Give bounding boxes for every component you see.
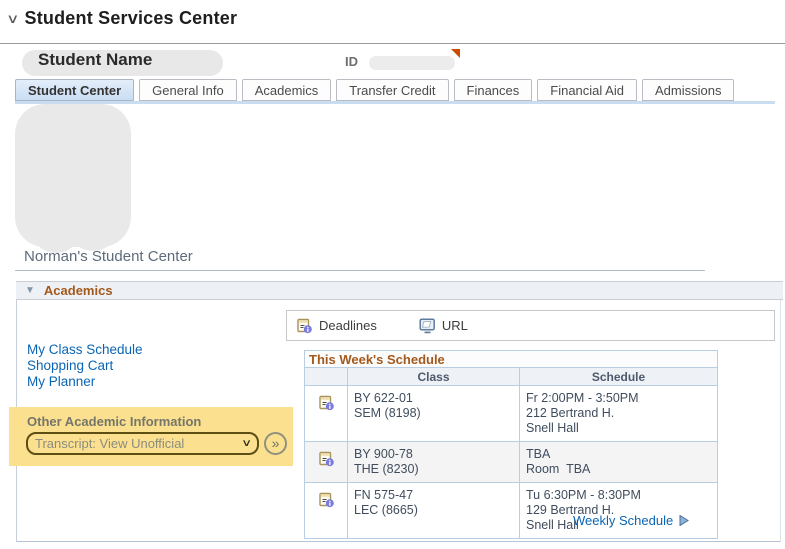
collapse-section-icon[interactable]: ▼	[25, 286, 35, 296]
student-id-redaction	[369, 56, 455, 70]
go-button[interactable]: »	[264, 432, 287, 455]
page-title: Student Services Center	[25, 8, 238, 29]
schedule-table-title: This Week's Schedule	[304, 350, 718, 368]
student-name: Student Name	[38, 50, 152, 70]
header-icon-column	[305, 368, 347, 386]
other-academic-dropdown[interactable]: Transcript: View Unofficial ∨	[26, 432, 259, 455]
tab-financial-aid[interactable]: Financial Aid	[537, 79, 637, 101]
academics-section: ▼ Academics Deadlines	[16, 281, 781, 542]
collapse-page-icon[interactable]: ∨	[6, 12, 19, 25]
academics-section-title: Academics	[44, 283, 113, 298]
deadlines-button[interactable]: Deadlines	[296, 317, 377, 334]
other-academic-highlight: Other Academic Information Transcript: V…	[9, 407, 293, 466]
schedule-cell: TBA Room TBA	[519, 442, 717, 483]
header-class-column: Class	[347, 368, 519, 386]
student-photo-redaction	[15, 104, 131, 247]
table-row: BY 900-78 THE (8230) TBA Room TBA	[304, 442, 718, 483]
schedule-table-header: Class Schedule	[304, 368, 718, 386]
tab-general-info[interactable]: General Info	[139, 79, 237, 101]
table-row: FN 575-47 LEC (8665) Tu 6:30PM - 8:30PM …	[304, 483, 718, 539]
class-deadlines-icon[interactable]	[305, 386, 347, 442]
academics-toolbar: Deadlines URL	[286, 310, 775, 341]
tab-academics[interactable]: Academics	[242, 79, 332, 101]
page-header: ∨ Student Services Center	[8, 8, 237, 29]
url-label: URL	[442, 318, 468, 333]
deadlines-label: Deadlines	[319, 318, 377, 333]
flag-corner-icon	[451, 49, 460, 58]
weekly-schedule-link[interactable]: Weekly Schedule	[573, 513, 689, 528]
class-cell: BY 622-01 SEM (8198)	[347, 386, 519, 442]
student-center-heading: Norman's Student Center	[24, 248, 193, 265]
tab-admissions[interactable]: Admissions	[642, 79, 734, 101]
tab-underline	[15, 101, 775, 104]
link-my-planner[interactable]: My Planner	[27, 374, 143, 390]
other-academic-label: Other Academic Information	[27, 414, 201, 429]
tab-transfer-credit[interactable]: Transfer Credit	[336, 79, 448, 101]
deadlines-calendar-icon	[296, 317, 313, 334]
link-shopping-cart[interactable]: Shopping Cart	[27, 358, 143, 374]
tab-student-center[interactable]: Student Center	[15, 79, 134, 101]
url-button[interactable]: URL	[419, 318, 468, 334]
class-deadlines-icon[interactable]	[305, 442, 347, 483]
chevron-down-icon: ∨	[241, 438, 252, 449]
schedule-cell: Tu 6:30PM - 8:30PM 129 Bertrand H. Snell…	[519, 483, 717, 539]
class-cell: BY 900-78 THE (8230)	[347, 442, 519, 483]
header-schedule-column: Schedule	[519, 368, 717, 386]
dropdown-selected-value: Transcript: View Unofficial	[35, 436, 243, 451]
link-my-class-schedule[interactable]: My Class Schedule	[27, 342, 143, 358]
academics-links: My Class Schedule Shopping Cart My Plann…	[27, 342, 143, 390]
student-services-center-page: ∨ Student Services Center Student Name I…	[0, 0, 785, 549]
schedule-cell: Fr 2:00PM - 3:50PM 212 Bertrand H. Snell…	[519, 386, 717, 442]
weekly-schedule-link-label: Weekly Schedule	[573, 513, 673, 528]
class-cell: FN 575-47 LEC (8665)	[347, 483, 519, 539]
id-label: ID	[345, 54, 358, 69]
double-arrow-icon: »	[272, 436, 280, 450]
class-deadlines-icon[interactable]	[305, 483, 347, 539]
arrow-right-icon	[679, 515, 689, 526]
tab-bar: Student Center General Info Academics Tr…	[15, 79, 734, 101]
tab-finances[interactable]: Finances	[454, 79, 533, 101]
header-divider	[0, 43, 785, 44]
weekly-schedule-table: This Week's Schedule Class Schedule	[304, 350, 718, 539]
academics-section-header[interactable]: ▼ Academics	[16, 281, 783, 300]
url-monitor-icon	[419, 318, 436, 334]
heading-divider	[15, 270, 705, 271]
table-row: BY 622-01 SEM (8198) Fr 2:00PM - 3:50PM …	[304, 386, 718, 442]
